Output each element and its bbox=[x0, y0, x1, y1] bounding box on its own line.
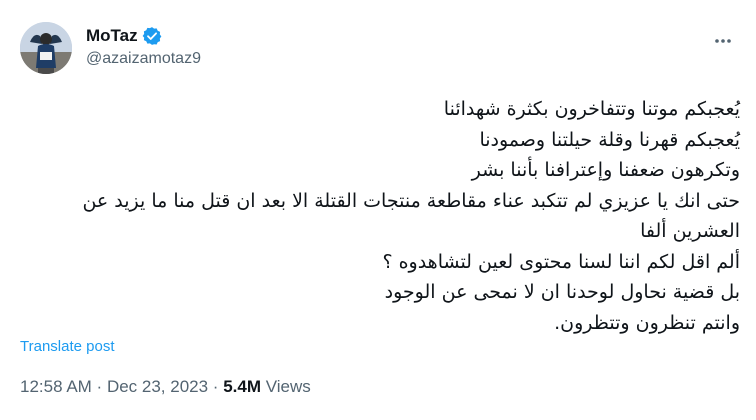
translate-post-link[interactable]: Translate post bbox=[20, 338, 115, 355]
more-horizontal-icon bbox=[715, 39, 731, 43]
display-name[interactable]: MoTaz bbox=[86, 26, 138, 46]
meta-separator: · bbox=[208, 377, 224, 396]
post-text-line: يُعجبكم قهرنا وقلة حيلتنا وصمودنا bbox=[479, 128, 740, 151]
post-text-line: وانتم تنظرون وتتظرون. bbox=[554, 311, 740, 334]
post-text: يُعجبكم موتنا وتتفاخرون بكثرة شهدائنا يُ… bbox=[20, 94, 740, 338]
avatar[interactable] bbox=[20, 22, 72, 74]
post-metadata: 12:58 AM · Dec 23, 2023 · 5.4M Views bbox=[20, 377, 311, 397]
views-count[interactable]: 5.4M bbox=[223, 377, 261, 396]
display-name-row: MoTaz bbox=[86, 25, 201, 47]
post-date[interactable]: Dec 23, 2023 bbox=[107, 377, 208, 396]
author-handle[interactable]: @azaizamotaz9 bbox=[86, 50, 201, 68]
verified-badge-icon[interactable] bbox=[142, 26, 162, 46]
meta-separator: · bbox=[91, 377, 107, 396]
avatar-image bbox=[20, 22, 72, 74]
post-time[interactable]: 12:58 AM bbox=[20, 377, 92, 396]
more-options-button[interactable] bbox=[706, 24, 740, 58]
post-text-line: حتى انك يا عزيزي لم تتكبد عناء مقاطعة من… bbox=[82, 189, 740, 212]
author-names: MoTaz @azaizamotaz9 bbox=[86, 25, 201, 68]
post-text-line: يُعجبكم موتنا وتتفاخرون بكثرة شهدائنا bbox=[443, 98, 740, 120]
views-label: Views bbox=[265, 377, 311, 396]
post-text-line: وتكرهون ضعفنا وإعترافنا بأننا بشر bbox=[471, 159, 740, 181]
post-text-line: ألم اقل لكم اننا لسنا محتوى لعين لتشاهدو… bbox=[382, 250, 740, 273]
post-header: MoTaz @azaizamotaz9 bbox=[20, 22, 740, 74]
post-text-line: العشرين ألفا bbox=[640, 220, 740, 242]
post-card: MoTaz @azaizamotaz9 يُعجبكم موتنا وتتفاخ… bbox=[0, 0, 756, 420]
post-text-line: بل قضية نحاول لوحدنا ان لا نمحى عن الوجو… bbox=[384, 281, 740, 303]
